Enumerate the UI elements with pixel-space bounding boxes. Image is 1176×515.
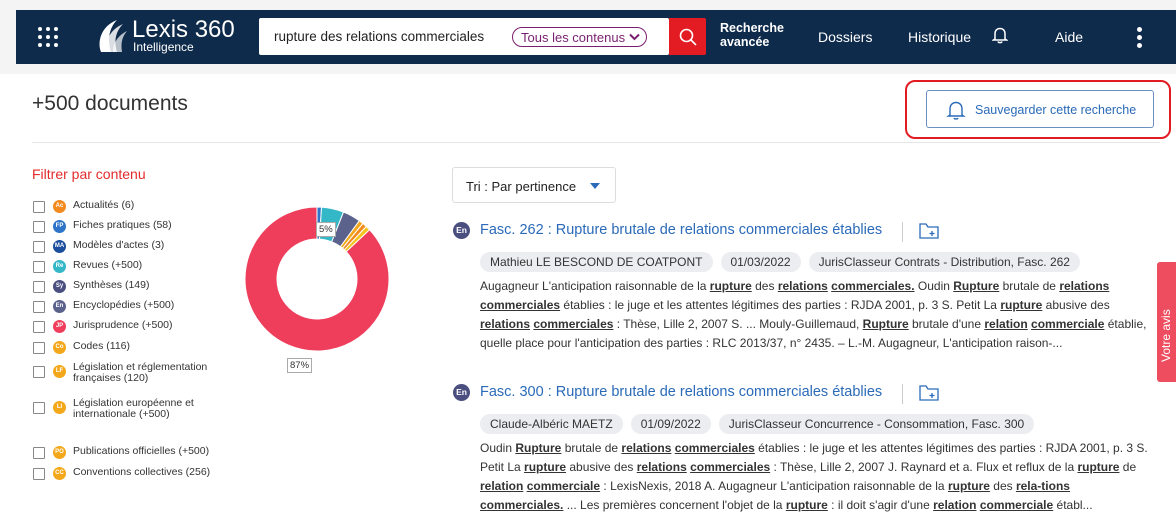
filter-label: Codes (116) [73,340,131,352]
filter-label: Revues (+500) [73,259,143,271]
sort-dropdown[interactable]: Tri : Par pertinence [452,167,616,203]
filter-label: Encyclopédies (+500) [73,299,175,311]
pct-label-revues: 5% [316,222,336,237]
search-input[interactable]: rupture des relations commerciales Tous … [259,18,669,55]
chevron-down-icon [629,33,640,41]
conventions-collectives-badge-icon: CC [53,467,66,480]
filter-label: Actualités (6) [73,199,135,211]
filter-checkbox[interactable] [33,321,45,333]
actualites-badge-icon: Ac [53,200,66,213]
scope-dropdown[interactable]: Tous les contenus [512,27,648,47]
filter-label: Modèles d'actes (3) [73,239,165,251]
result-item: En Fasc. 262 : Rupture brutale de relati… [453,222,1173,362]
scope-label: Tous les contenus [521,29,626,45]
notifications-bell-icon[interactable] [991,26,1009,49]
result-tags: Claude-Albéric MAETZ 01/09/2022 JurisCla… [480,414,1035,434]
result-title[interactable]: Fasc. 300 : Rupture brutale de relations… [480,384,882,400]
nav-dossiers[interactable]: Dossiers [818,29,872,45]
add-to-folder-icon[interactable] [919,222,939,240]
save-search-button[interactable]: Sauvegarder cette recherche [926,90,1154,128]
feedback-tab[interactable]: Votre avis [1157,262,1176,382]
filter-checkbox[interactable] [33,342,45,354]
lexis-logo[interactable]: Lexis 360 Intelligence [95,16,255,58]
search-icon [679,28,697,46]
author-tag: Claude-Albéric MAETZ [480,414,623,434]
header-divider [32,142,1160,143]
date-tag: 01/03/2022 [720,252,801,272]
syntheses-badge-icon: Sy [53,280,66,293]
filter-checkbox[interactable] [33,281,45,293]
modeles-actes-badge-icon: MA [53,240,66,253]
pct-label-jurisprudence: 87% [287,358,313,373]
filter-title: Filtrer par contenu [32,166,146,182]
publications-officielles-badge-icon: PO [53,446,66,459]
search-button[interactable] [669,18,706,55]
apps-grid-icon[interactable] [36,25,60,49]
legislation-europeenne-badge-icon: LI [53,401,66,414]
nav-aide[interactable]: Aide [1055,29,1083,45]
results-count: +500 documents [32,92,188,115]
encyclopedies-badge-icon: En [53,300,66,313]
legislation-francaise-badge-icon: LF [53,365,66,378]
search-query: rupture des relations commerciales [274,29,485,44]
nav-historique[interactable]: Historique [908,29,971,45]
filter-checkbox[interactable] [33,402,45,414]
filter-checkbox[interactable] [33,241,45,253]
result-snippet: Oudin Rupture brutale de relations comme… [480,441,1148,512]
filter-label-line2: françaises (120) [73,372,149,384]
filter-checkbox[interactable] [33,221,45,233]
sort-label: Tri : Par pertinence [466,179,577,194]
result-item: En Fasc. 300 : Rupture brutale de relati… [453,384,1173,512]
caret-down-icon [590,183,600,189]
encyclopedie-type-icon: En [453,222,470,239]
filter-checkbox[interactable] [33,447,45,459]
navbar: Lexis 360 Intelligence rupture des relat… [16,10,1176,64]
codes-badge-icon: Co [53,341,66,354]
filter-checkbox[interactable] [33,366,45,378]
fiches-pratiques-badge-icon: FP [53,220,66,233]
title-separator [902,384,903,404]
filter-label: Publications officielles (+500) [73,445,210,457]
filter-checkbox[interactable] [33,301,45,313]
add-to-folder-icon[interactable] [919,384,939,402]
jurisprudence-badge-icon: JP [53,320,66,333]
logo-name: Lexis 360 [132,18,235,42]
result-snippet: Augagneur L'anticipation raisonnable de … [480,279,1147,350]
more-vertical-icon[interactable] [1137,27,1143,48]
logo-name-text: Lexis 360 [132,16,235,43]
advanced-search-link[interactable]: Recherche avancée [720,21,790,49]
source-tag: JurisClasseur Contrats - Distribution, F… [808,252,1080,272]
save-search-label: Sauvegarder cette recherche [975,103,1137,117]
filter-label-line2: internationale (+500) [73,408,170,420]
lexis-swirl-icon [99,20,127,52]
filter-checkbox[interactable] [33,468,45,480]
author-tag: Mathieu LE BESCOND DE COATPONT [480,252,713,272]
filter-label: Jurisprudence (+500) [73,319,173,331]
bell-icon [946,101,966,120]
encyclopedie-type-icon: En [453,384,470,401]
filter-label: Fiches pratiques (58) [73,219,172,231]
filter-label: Synthèses (149) [73,279,150,291]
source-tag: JurisClasseur Concurrence - Consommation… [718,414,1035,434]
result-title[interactable]: Fasc. 262 : Rupture brutale de relations… [480,222,882,238]
title-separator [902,222,903,242]
result-tags: Mathieu LE BESCOND DE COATPONT 01/03/202… [480,252,1080,272]
filter-label: Conventions collectives (256) [73,466,211,478]
filter-checkbox[interactable] [33,261,45,273]
date-tag: 01/09/2022 [630,414,711,434]
feedback-label: Votre avis [1159,309,1173,362]
revues-badge-icon: Re [53,260,66,273]
filter-checkbox[interactable] [33,201,45,213]
logo-subtitle: Intelligence [133,40,194,54]
